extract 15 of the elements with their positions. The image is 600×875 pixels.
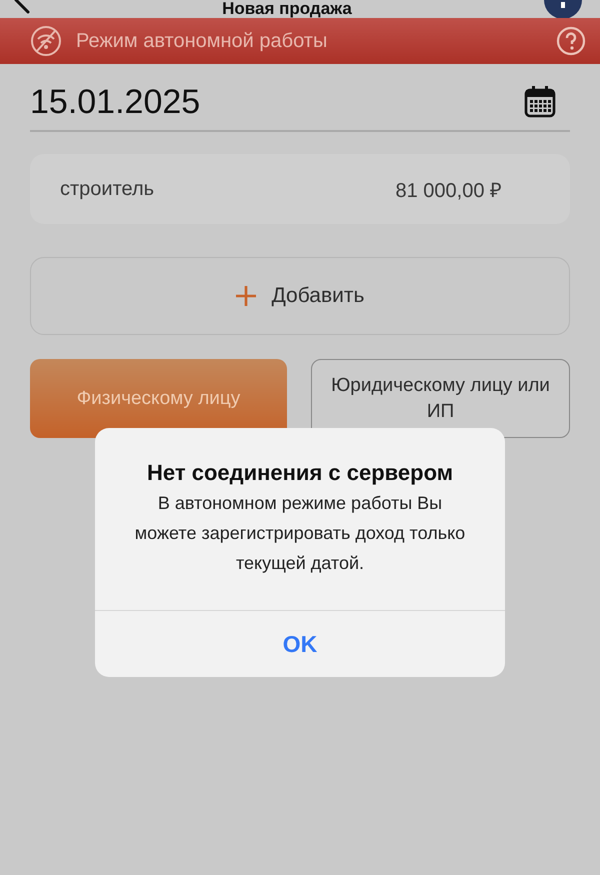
screen-title: Новая продажа — [222, 0, 352, 18]
calendar-icon[interactable] — [524, 86, 556, 118]
item-card[interactable]: строитель 81 000,00 ₽ — [30, 154, 570, 224]
alert-title: Нет соединения с сервером — [147, 460, 453, 486]
ok-button[interactable]: OK — [95, 610, 505, 677]
item-name: строитель — [60, 178, 156, 200]
alert-message: В автономном режиме работы Вы можете зарегистрировать доход только текущей датой. — [134, 492, 466, 575]
buyer-type-button[interactable]: Юридическому лицу или ИП — [311, 359, 570, 438]
back-icon[interactable] — [14, 0, 30, 14]
add-button[interactable]: Добавить — [30, 257, 570, 335]
banner-text: Режим автономной работы — [76, 30, 328, 52]
plus-icon — [236, 286, 256, 306]
date-field[interactable]: 15.01.2025 — [30, 82, 200, 122]
item-amount: 81 000,00 ₽ — [395, 178, 502, 202]
no-wifi-icon — [30, 25, 62, 57]
